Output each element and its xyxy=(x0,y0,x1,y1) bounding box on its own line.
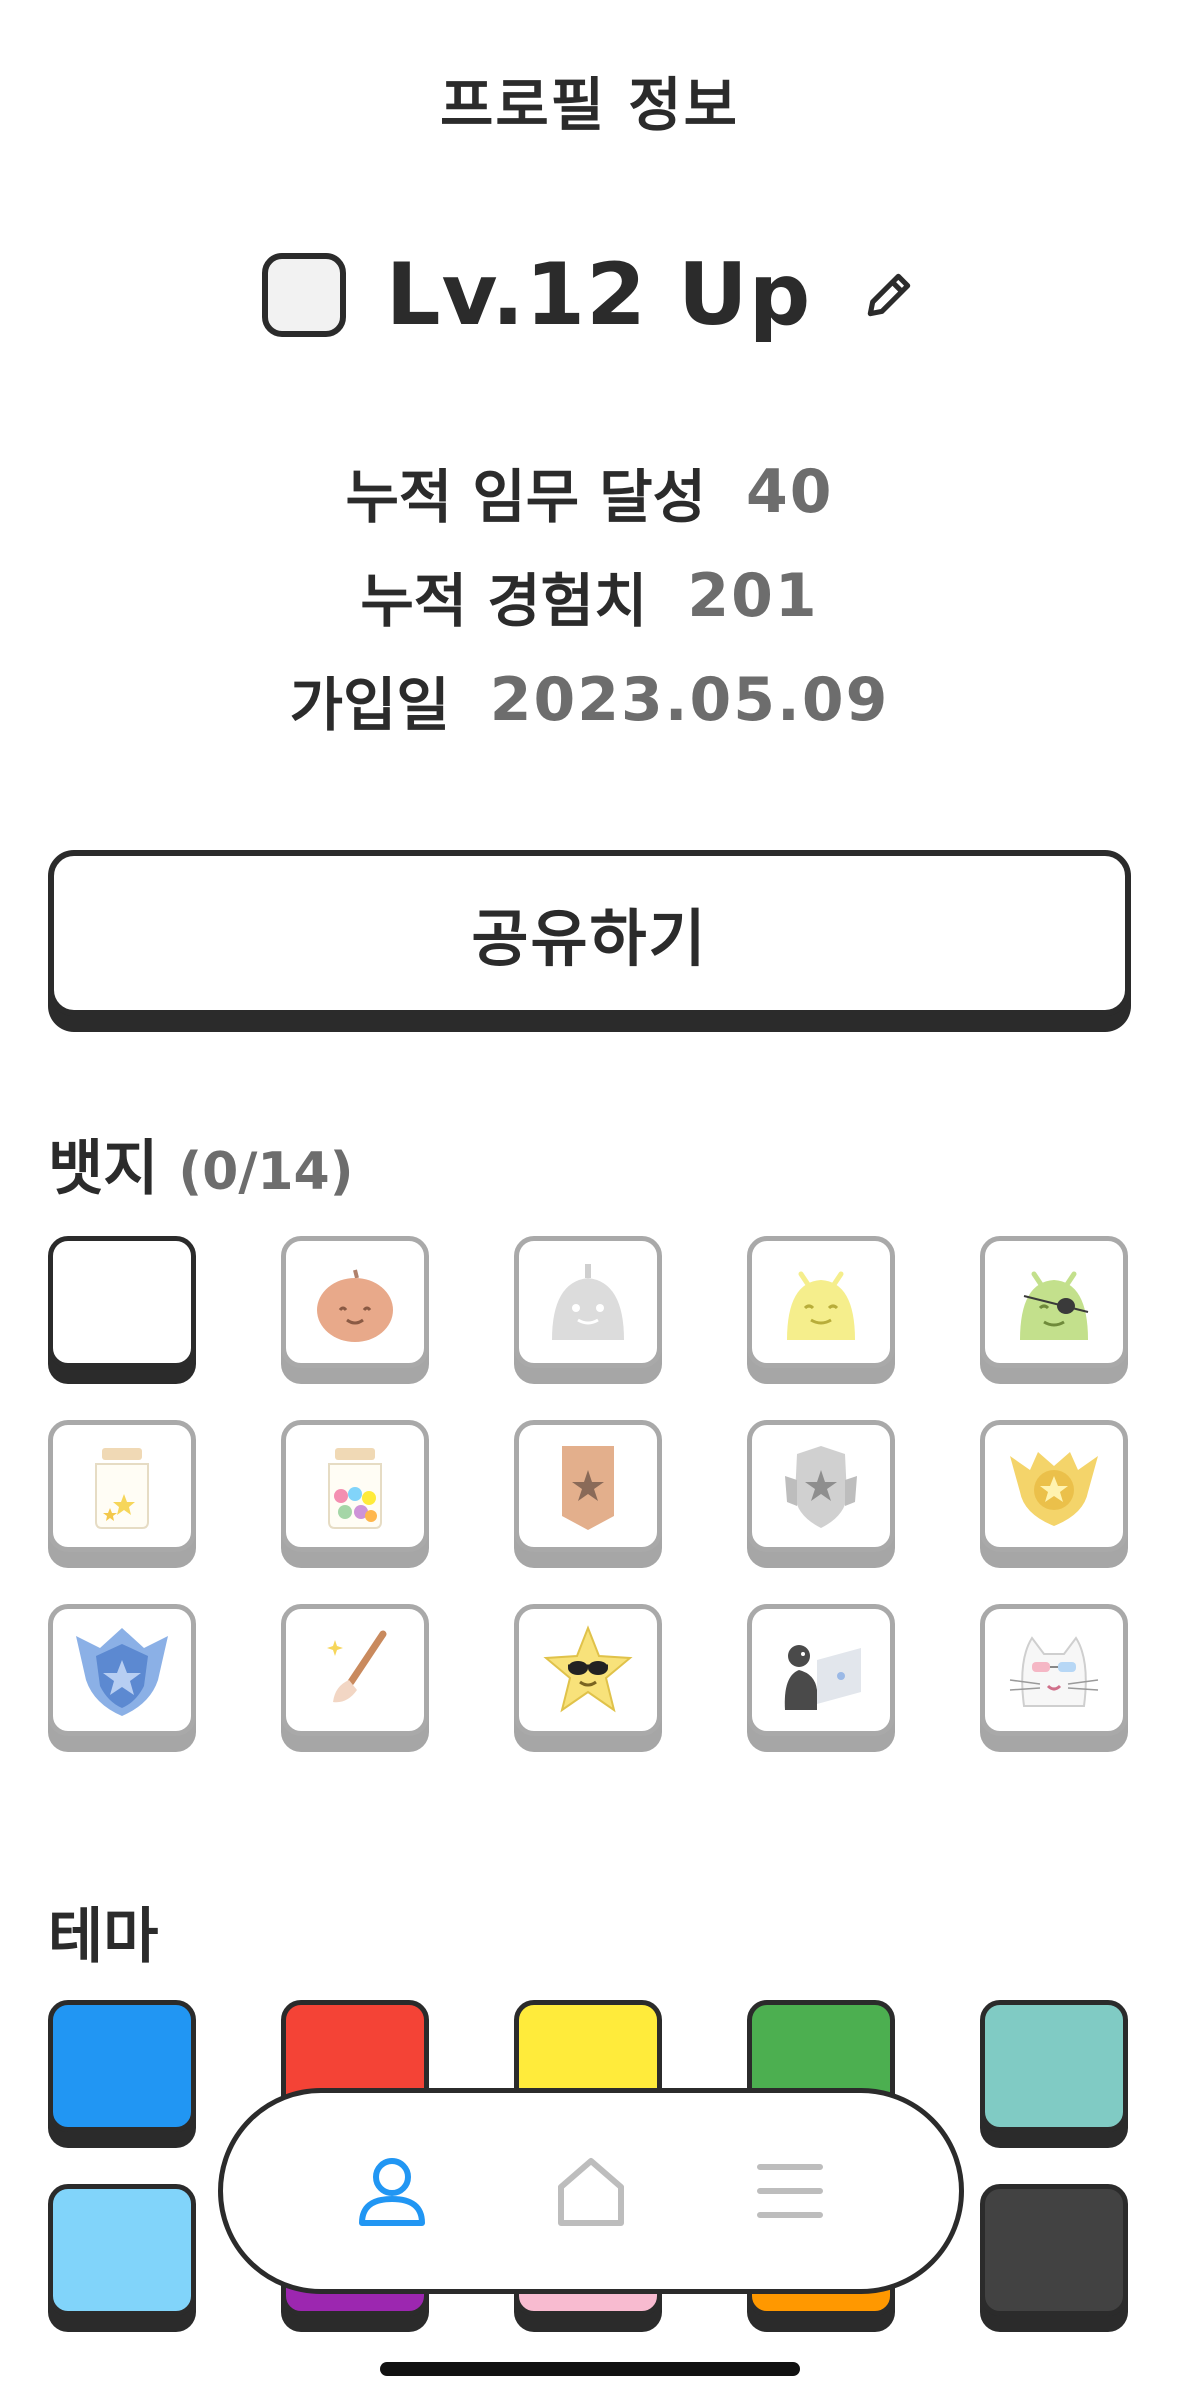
badge-android-yellow[interactable] xyxy=(747,1236,895,1368)
stat-label: 누적 경험치 xyxy=(360,567,648,635)
stat-value: 2023.05.09 xyxy=(489,665,890,735)
nav-home[interactable] xyxy=(551,2151,631,2231)
badge-star-jar-small[interactable] xyxy=(48,1420,196,1552)
pumpkin-face-icon xyxy=(317,1269,393,1342)
badge-slot-selected[interactable] xyxy=(48,1236,196,1368)
badge-gold-wings[interactable] xyxy=(980,1420,1128,1552)
badge-robot[interactable] xyxy=(514,1236,662,1368)
badge-bronze-banner[interactable] xyxy=(514,1420,662,1552)
stat-label: 가입일 xyxy=(289,671,450,739)
star-jar-full-icon xyxy=(328,1448,382,1529)
star-jar-small-icon xyxy=(95,1448,149,1529)
level-row: Lv.12 Up xyxy=(0,240,1179,350)
stat-value: 40 xyxy=(746,457,834,527)
gold-wings-icon xyxy=(1010,1452,1098,1526)
silver-shield-icon xyxy=(785,1446,857,1528)
badge-magic-brush[interactable] xyxy=(281,1604,429,1736)
level-badge-box xyxy=(261,253,346,337)
menu-icon xyxy=(756,2164,823,2218)
stat-label: 누적 임무 달성 xyxy=(345,463,707,531)
robot-face-icon xyxy=(552,1264,624,1340)
stat-row-experience: 누적 경험치 201 xyxy=(360,544,818,648)
magic-brush-icon xyxy=(327,1630,387,1703)
android-pirate-icon xyxy=(1020,1271,1089,1340)
theme-color-6[interactable] xyxy=(48,2184,196,2316)
nav-menu[interactable] xyxy=(750,2151,830,2231)
page-title: 프로필 정보 xyxy=(440,71,739,139)
pencil-icon[interactable] xyxy=(861,267,917,323)
bronze-banner-icon xyxy=(562,1446,614,1530)
person-icon xyxy=(359,2158,426,2226)
badge-blue-crest[interactable] xyxy=(48,1604,196,1736)
share-button[interactable]: 공유하기 xyxy=(48,850,1131,1016)
theme-color-1[interactable] xyxy=(48,2000,196,2132)
badge-cool-cat[interactable] xyxy=(980,1604,1128,1736)
home-indicator xyxy=(380,2362,800,2376)
badge-star-jar-full[interactable] xyxy=(281,1420,429,1552)
profile-stats: 누적 임무 달성 40 누적 경험치 201 가입일 2023.05.09 xyxy=(0,440,1179,752)
badge-silver-shield[interactable] xyxy=(747,1420,895,1552)
bottom-nav xyxy=(218,2088,964,2294)
badges-section-title: 뱃지 (0/14) xyxy=(48,1120,353,1207)
android-yellow-icon xyxy=(787,1271,855,1340)
badges-title: 뱃지 xyxy=(48,1134,159,1204)
stat-value: 201 xyxy=(687,561,819,631)
theme-color-10[interactable] xyxy=(980,2184,1128,2316)
badge-pumpkin[interactable] xyxy=(281,1236,429,1368)
blue-crest-icon xyxy=(76,1628,168,1716)
theme-color-5[interactable] xyxy=(980,2000,1128,2132)
cool-star-icon xyxy=(543,1625,633,1713)
badge-android-pirate[interactable] xyxy=(980,1236,1128,1368)
theme-title: 테마 xyxy=(48,1902,159,1972)
badge-laptop-coder[interactable] xyxy=(747,1604,895,1736)
stat-row-join-date: 가입일 2023.05.09 xyxy=(290,648,890,752)
home-icon xyxy=(557,2158,624,2226)
badges-count: (0/14) xyxy=(178,1142,354,1202)
badge-cool-star[interactable] xyxy=(514,1604,662,1736)
theme-section-title: 테마 xyxy=(48,1888,158,1975)
stat-row-missions: 누적 임무 달성 40 xyxy=(345,440,833,544)
cool-cat-icon xyxy=(1009,1636,1099,1707)
level-text: Lv.12 Up xyxy=(385,245,812,345)
nav-profile[interactable] xyxy=(352,2151,432,2231)
laptop-coder-icon xyxy=(784,1645,861,1710)
